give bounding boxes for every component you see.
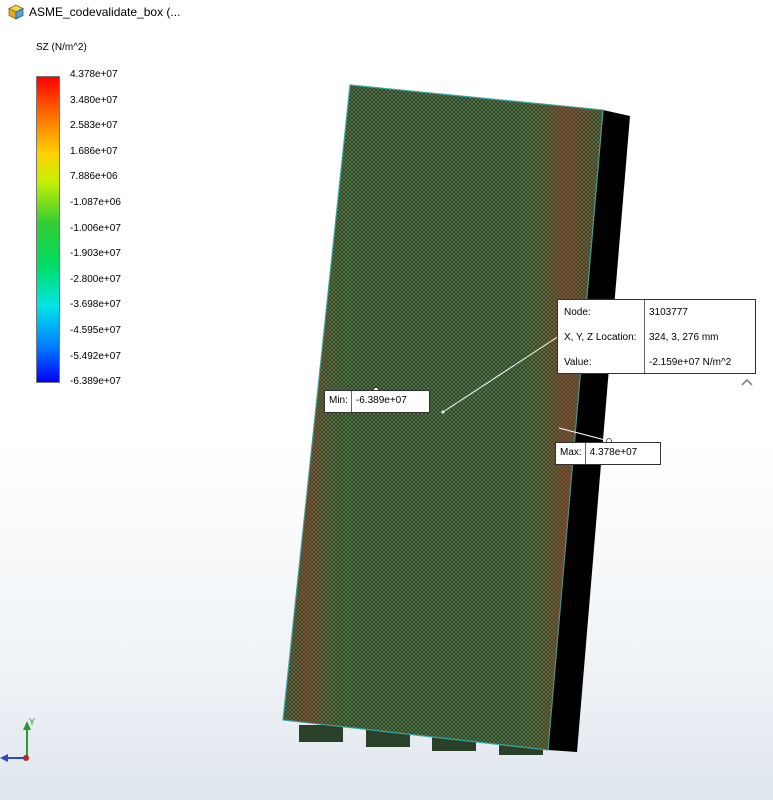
- min-label: Min:: [325, 391, 352, 412]
- min-value: -6.389e+07: [355, 395, 407, 406]
- max-callout[interactable]: Max: 4.378e+07: [555, 442, 661, 465]
- probe-row-location: X, Y, Z Location: 324, 3, 276 mm: [558, 325, 755, 350]
- probe-location-label: X, Y, Z Location:: [564, 332, 637, 343]
- probe-row-value: Value: -2.159e+07 N/m^2: [558, 350, 755, 375]
- probe-location-value: 324, 3, 276 mm: [649, 332, 719, 343]
- probe-point: [441, 410, 445, 414]
- max-value: 4.378e+07: [589, 447, 638, 458]
- probe-node-label: Node:: [564, 307, 591, 318]
- probe-result-box[interactable]: Node: 3103777 X, Y, Z Location: 324, 3, …: [557, 299, 756, 374]
- probe-row-node: Node: 3103777: [558, 300, 755, 325]
- axis-triad: Y: [0, 717, 35, 762]
- min-callout[interactable]: Min: -6.389e+07: [324, 390, 430, 413]
- probe-node-value: 3103777: [649, 307, 688, 318]
- probe-value-label: Value:: [564, 357, 592, 368]
- chevron-up-icon[interactable]: [740, 376, 754, 390]
- support-foot: [299, 725, 343, 742]
- stress-contour-overlay: [283, 85, 603, 750]
- triad-y-label: Y: [29, 717, 35, 727]
- max-label: Max:: [556, 443, 586, 464]
- probe-value-value: -2.159e+07 N/m^2: [649, 357, 732, 368]
